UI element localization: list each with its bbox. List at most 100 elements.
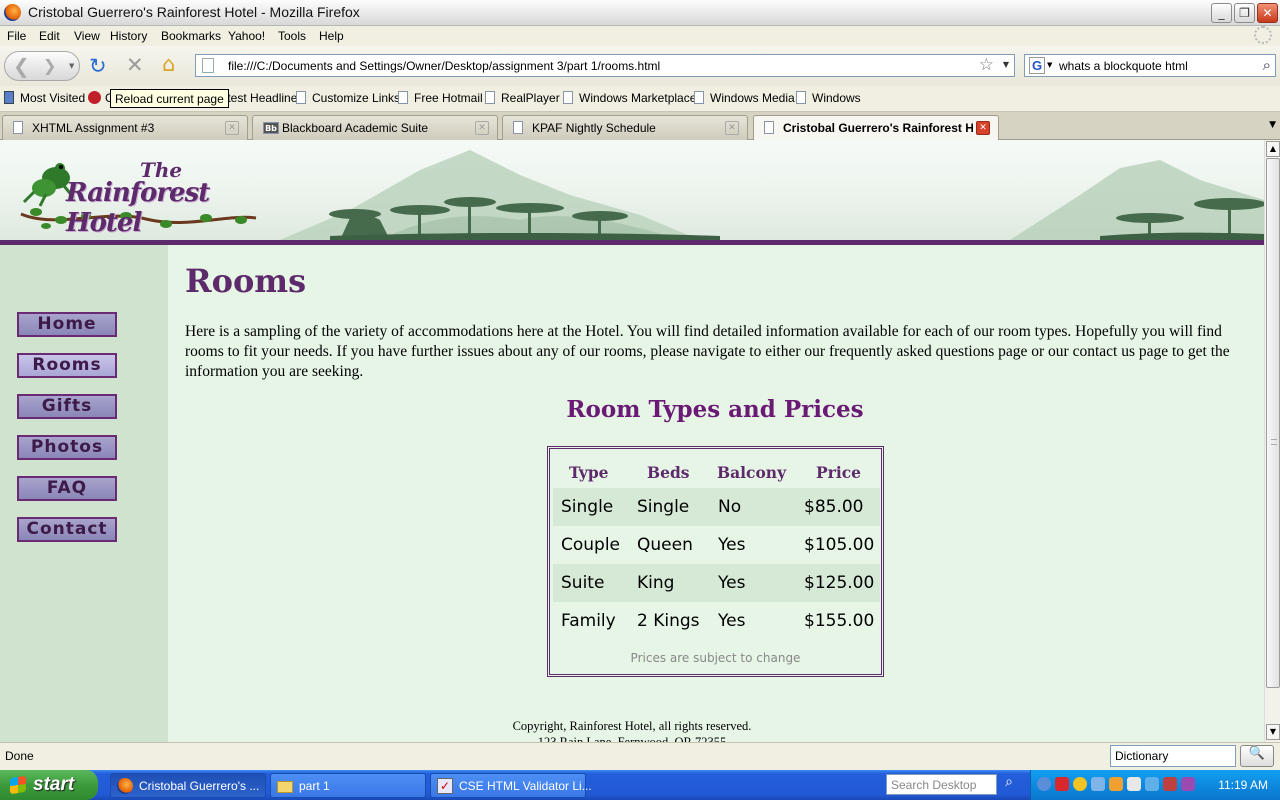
tab-blackboard[interactable]: Bb Blackboard Academic Suite ✕	[252, 115, 498, 140]
bookmark-customize-links[interactable]: Customize Links	[296, 91, 400, 105]
hotel-logo[interactable]: The Rainforest Hotel	[16, 154, 266, 238]
nav-button-gifts[interactable]: Gifts	[17, 394, 117, 419]
tray-app-icon[interactable]	[1109, 777, 1123, 791]
scroll-down-icon[interactable]: ▼	[1266, 724, 1280, 740]
main-content: Rooms Here is a sampling of the variety …	[185, 245, 1250, 742]
taskbar-clock: 11:19 AM	[1218, 778, 1268, 792]
google-engine-icon[interactable]: G	[1029, 57, 1045, 74]
table-header-balcony: Balcony	[717, 463, 787, 482]
back-forward-group: ❮ ❯ ▼	[4, 51, 80, 81]
tab-label: Blackboard Academic Suite	[282, 121, 429, 135]
back-arrow-icon[interactable]: ❮	[13, 56, 30, 76]
tray-update-icon[interactable]	[1145, 777, 1159, 791]
menu-bookmarks[interactable]: Bookmarks	[161, 29, 221, 43]
task-label: CSE HTML Validator Li...	[459, 779, 592, 793]
cell-price: $155.00	[804, 611, 875, 631]
tab-close-icon[interactable]: ✕	[725, 121, 739, 135]
blackboard-icon: Bb	[263, 122, 279, 134]
tab-close-icon[interactable]: ✕	[475, 121, 489, 135]
bookmark-free-hotmail[interactable]: Free Hotmail	[398, 91, 483, 105]
tab-xhtml-assignment[interactable]: XHTML Assignment #3 ✕	[2, 115, 248, 140]
menu-edit[interactable]: Edit	[39, 29, 60, 43]
menu-yahoo[interactable]: Yahoo!	[228, 29, 265, 43]
scroll-up-icon[interactable]: ▲	[1266, 141, 1280, 157]
history-dropdown-icon[interactable]: ▼	[69, 62, 74, 70]
url-dropdown-icon[interactable]: ▼	[1003, 60, 1009, 69]
taskbar-item-firefox[interactable]: Cristobal Guerrero's ...	[110, 773, 266, 798]
tray-back-icon[interactable]	[1037, 777, 1051, 791]
site-banner: The Rainforest Hotel	[0, 140, 1264, 245]
restore-button[interactable]: ❐	[1234, 3, 1255, 23]
navigation-toolbar: ❮ ❯ ▼ ↻ ✕ ⌂ file:///C:/Documents and Set…	[0, 46, 1280, 86]
site-footer: Copyright, Rainforest Hotel, all rights …	[0, 718, 1264, 742]
url-bar[interactable]: file:///C:/Documents and Settings/Owner/…	[195, 54, 1015, 77]
close-button[interactable]: ✕	[1257, 3, 1278, 23]
cell-beds: Queen	[637, 535, 693, 555]
minimize-button[interactable]: _	[1211, 3, 1232, 23]
scroll-thumb[interactable]	[1266, 158, 1280, 688]
bookmark-star-icon[interactable]: ☆	[979, 55, 994, 75]
desktop-search-icon[interactable]: ⌕	[999, 774, 1019, 795]
folder-icon	[277, 781, 293, 793]
search-bar[interactable]: G ▼ whats a blockquote html ⌕	[1024, 54, 1276, 77]
nav-button-contact[interactable]: Contact	[17, 517, 117, 542]
bookmark-windows-media[interactable]: Windows Media	[694, 91, 795, 105]
nav-button-home[interactable]: Home	[17, 312, 117, 337]
tray-security-icon[interactable]	[1163, 777, 1177, 791]
bookmark-windows[interactable]: Windows	[796, 91, 861, 105]
dictionary-search-icon[interactable]: 🔍	[1240, 745, 1274, 767]
tab-kpaf-schedule[interactable]: KPAF Nightly Schedule ✕	[502, 115, 748, 140]
table-header-type: Type	[569, 463, 609, 482]
table-header-beds: Beds	[647, 463, 690, 482]
tray-misc-icon[interactable]	[1181, 777, 1195, 791]
tab-close-icon[interactable]: ✕	[225, 121, 239, 135]
tab-rainforest-hotel[interactable]: Cristobal Guerrero's Rainforest H... ✕	[753, 115, 999, 141]
tray-aim-icon[interactable]	[1055, 777, 1069, 791]
nav-button-rooms[interactable]: Rooms	[17, 353, 117, 378]
menu-file[interactable]: File	[7, 29, 26, 43]
vertical-scrollbar[interactable]: ▲ ▼	[1264, 140, 1280, 742]
cell-balcony: No	[718, 497, 742, 517]
engine-dropdown-icon[interactable]: ▼	[1047, 61, 1052, 69]
page-icon	[202, 58, 214, 73]
taskbar-item-folder[interactable]: part 1	[270, 773, 426, 798]
tab-close-icon[interactable]: ✕	[976, 121, 990, 135]
page-icon	[13, 121, 23, 134]
forward-arrow-icon[interactable]: ❯	[43, 56, 56, 76]
bookmark-realplayer[interactable]: RealPlayer	[485, 91, 560, 105]
cell-balcony: Yes	[718, 611, 746, 631]
tab-list-dropdown-icon[interactable]: ▼	[1269, 120, 1276, 130]
cell-type: Suite	[561, 573, 605, 593]
reload-icon[interactable]: ↻	[89, 56, 107, 77]
desktop-search-input[interactable]: Search Desktop	[886, 774, 997, 795]
intro-paragraph: Here is a sampling of the variety of acc…	[185, 323, 1230, 380]
dictionary-search-input[interactable]: Dictionary	[1110, 745, 1236, 767]
table-header-price: Price	[816, 463, 862, 482]
task-label: part 1	[299, 779, 330, 793]
start-label: start	[33, 774, 75, 795]
tab-label: KPAF Nightly Schedule	[532, 121, 656, 135]
bookmark-windows-marketplace[interactable]: Windows Marketplace	[563, 91, 696, 105]
taskbar-item-validator[interactable]: ✓ CSE HTML Validator Li...	[430, 773, 592, 798]
window-title: Cristobal Guerrero's Rainforest Hotel - …	[28, 4, 360, 20]
tray-network-icon[interactable]	[1091, 777, 1105, 791]
search-magnifier-icon[interactable]: ⌕	[1263, 56, 1271, 74]
tray-volume-icon[interactable]	[1127, 777, 1141, 791]
bookmark-most-visited[interactable]: Most Visited	[4, 91, 85, 105]
menu-help[interactable]: Help	[319, 29, 344, 43]
page-viewport: The Rainforest Hotel Home Rooms Gifts Ph…	[0, 140, 1264, 742]
home-icon[interactable]: ⌂	[162, 54, 175, 75]
footer-address: 123 Rain Lane, Fernwood, OR 72355	[537, 735, 727, 742]
menu-view[interactable]: View	[74, 29, 100, 43]
start-button[interactable]: start	[0, 770, 98, 800]
menu-history[interactable]: History	[110, 29, 147, 43]
nav-button-photos[interactable]: Photos	[17, 435, 117, 460]
system-tray: 11:19 AM	[1030, 770, 1280, 800]
firefox-icon	[117, 778, 133, 794]
stop-icon[interactable]: ✕	[126, 55, 144, 76]
page-icon	[513, 121, 523, 134]
page-heading: Rooms	[185, 262, 307, 300]
nav-button-faq[interactable]: FAQ	[17, 476, 117, 501]
tray-messenger-icon[interactable]	[1073, 777, 1087, 791]
menu-tools[interactable]: Tools	[278, 29, 306, 43]
